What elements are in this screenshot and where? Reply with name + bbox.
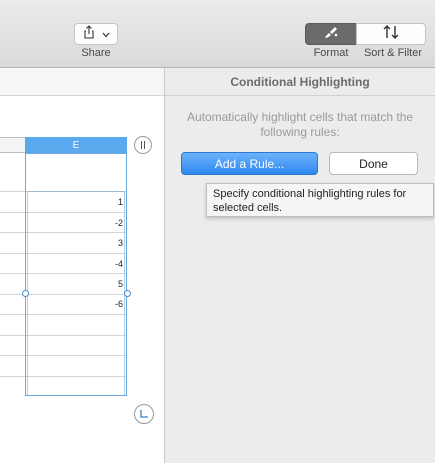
done-button[interactable]: Done <box>329 152 418 175</box>
cell-e-4[interactable]: -4 <box>27 254 123 274</box>
paintbrush-icon <box>323 25 339 44</box>
cell-e-5[interactable]: 5 <box>27 274 123 294</box>
panel-description: Automatically highlight cells that match… <box>186 110 414 139</box>
column-header-d[interactable] <box>0 137 25 153</box>
corner-resize-icon[interactable] <box>134 404 154 424</box>
cell-e-1[interactable]: 1 <box>27 192 123 212</box>
sort-filter-label: Sort & Filter <box>363 47 423 59</box>
share-button[interactable] <box>74 23 118 45</box>
tooltip: Specify conditional highlighting rules f… <box>206 183 434 217</box>
cell-e-2[interactable]: -2 <box>27 213 123 233</box>
share-label: Share <box>81 47 111 59</box>
chevron-down-icon <box>102 25 110 43</box>
format-button[interactable] <box>305 23 357 45</box>
column-resize-icon[interactable] <box>134 136 152 154</box>
column-header-e[interactable]: E <box>25 137 127 153</box>
format-label: Format <box>313 47 349 59</box>
panel-title: Conditional Highlighting <box>165 68 435 96</box>
conditional-highlighting-panel: Conditional Highlighting Automatically h… <box>165 68 435 463</box>
cell-e-6[interactable]: -6 <box>27 294 123 314</box>
share-icon <box>82 24 96 44</box>
selection-handle-right[interactable] <box>124 290 131 297</box>
sheet-tab-bar <box>0 68 164 96</box>
toolbar: Share Format Sort & Filter <box>0 0 435 68</box>
sort-filter-button[interactable] <box>356 23 426 45</box>
sort-arrows-icon <box>382 24 400 44</box>
cell-e-3[interactable]: 3 <box>27 233 123 253</box>
add-rule-button[interactable]: Add a Rule... <box>181 152 318 175</box>
